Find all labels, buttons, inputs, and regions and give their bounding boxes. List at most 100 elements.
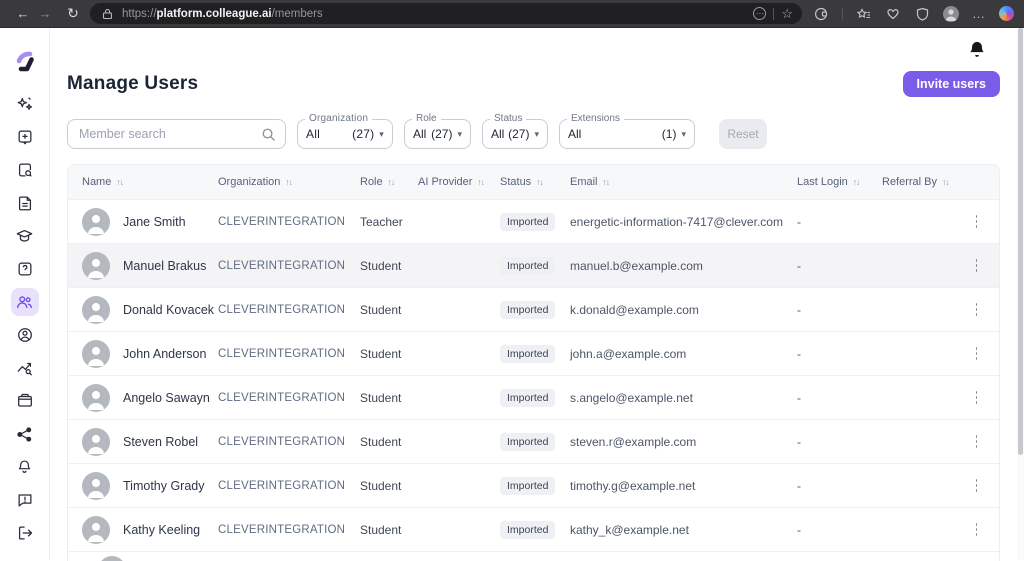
row-menu-button[interactable]: ⋮ <box>976 214 983 229</box>
sidebar-item-account[interactable] <box>11 321 39 349</box>
member-last-login: - <box>797 522 801 537</box>
sidebar-item-analytics[interactable] <box>11 354 39 382</box>
table-row[interactable]: Donald Kovacek CLEVERINTEGRATION Student… <box>68 287 999 331</box>
organization-filter-label: Organization <box>305 113 373 125</box>
workspaces-icon[interactable] <box>813 6 829 22</box>
status-filter[interactable]: Status All (27) ▾ <box>482 113 548 149</box>
site-permissions-lock-icon[interactable] <box>99 6 115 22</box>
status-badge: Imported <box>500 476 556 495</box>
chevron-down-icon: ▾ <box>534 128 539 139</box>
sidebar-item-document-search[interactable] <box>11 156 39 184</box>
sort-icon[interactable]: ↑↓ <box>477 177 484 187</box>
member-role: Student <box>360 346 402 361</box>
favorites-icon[interactable] <box>856 6 872 22</box>
member-role: Student <box>360 522 402 537</box>
sort-icon[interactable]: ↑↓ <box>285 177 292 187</box>
row-menu-button[interactable]: ⋮ <box>976 478 983 493</box>
table-row[interactable]: Timothy Grady CLEVERINTEGRATION Student … <box>68 463 999 507</box>
member-email: s.angelo@example.net <box>570 390 693 405</box>
role-filter[interactable]: Role All (27) ▾ <box>404 113 471 149</box>
refresh-icon[interactable]: ↻ <box>62 5 84 22</box>
member-name: Angelo Sawayn <box>123 390 210 405</box>
member-email: energetic-information-7417@clever.com <box>570 214 783 229</box>
sidebar-item-courses[interactable] <box>11 222 39 250</box>
organization-filter[interactable]: Organization All (27) ▾ <box>297 113 393 149</box>
member-email: k.donald@example.com <box>570 302 699 317</box>
sidebar-item-notifications[interactable] <box>11 453 39 481</box>
status-badge: Imported <box>500 300 556 319</box>
table-row[interactable]: Angelo Sawayn CLEVERINTEGRATION Student … <box>68 375 999 419</box>
colleague-logo[interactable] <box>13 50 37 74</box>
privacy-shield-icon[interactable] <box>914 6 930 22</box>
table-row[interactable]: Jane Smith CLEVERINTEGRATION Teacher Imp… <box>68 199 999 243</box>
reading-tools-icon[interactable]: ⋯ <box>753 7 767 20</box>
status-filter-count: (27) <box>508 127 530 141</box>
avatar <box>82 207 110 236</box>
back-icon[interactable]: ← <box>12 6 34 21</box>
row-menu-button[interactable]: ⋮ <box>976 522 983 537</box>
sidebar-item-share[interactable] <box>11 420 39 448</box>
member-name: Timothy Grady <box>123 478 205 493</box>
sidebar-item-documents[interactable] <box>11 189 39 217</box>
row-menu-button[interactable]: ⋮ <box>976 390 983 405</box>
sort-icon[interactable]: ↑↓ <box>942 177 949 187</box>
favorite-star-icon[interactable]: ☆ <box>781 7 793 20</box>
member-email: steven.r@example.com <box>570 434 697 449</box>
forward-icon[interactable]: → <box>34 6 56 21</box>
members-table: Name ↑↓ Organization ↑↓ Role ↑↓ AI Provider… <box>67 164 1000 561</box>
member-role: Student <box>360 390 402 405</box>
sort-icon[interactable]: ↑↓ <box>853 177 860 187</box>
sidebar-item-ai-tools[interactable] <box>11 90 39 118</box>
table-row[interactable]: Kathy Keeling CLEVERINTEGRATION Student … <box>68 507 999 551</box>
status-badge: Imported <box>500 432 556 451</box>
copilot-icon[interactable] <box>999 6 1014 21</box>
table-row[interactable]: John Anderson CLEVERINTEGRATION Student … <box>68 331 999 375</box>
member-name: Kathy Keeling <box>123 522 201 537</box>
member-search-field[interactable] <box>67 119 286 149</box>
address-bar[interactable]: https://platform.colleague.ai/members ⋯ … <box>90 3 802 24</box>
column-header-referral-by: Referral By <box>882 176 938 188</box>
column-header-role: Role <box>360 176 383 188</box>
scrollbar-thumb[interactable] <box>1018 28 1023 455</box>
sidebar-item-resources[interactable] <box>11 387 39 415</box>
sort-icon[interactable]: ↑↓ <box>603 177 610 187</box>
search-input[interactable] <box>77 126 261 142</box>
sidebar-item-members[interactable] <box>10 288 39 316</box>
member-organization: CLEVERINTEGRATION <box>218 435 346 448</box>
reset-button[interactable]: Reset <box>719 119 767 149</box>
profile-avatar[interactable] <box>943 5 959 22</box>
sort-icon[interactable]: ↑↓ <box>116 177 123 187</box>
sidebar-item-feedback[interactable] <box>11 486 39 514</box>
member-last-login: - <box>797 346 801 361</box>
extensions-filter-value: All <box>568 127 582 141</box>
status-badge: Imported <box>500 212 556 231</box>
invite-users-button[interactable]: Invite users <box>902 71 1000 97</box>
sort-icon[interactable]: ↑↓ <box>388 177 395 187</box>
member-email: manuel.b@example.com <box>570 258 703 273</box>
status-filter-value: All <box>491 127 505 141</box>
browser-essentials-icon[interactable] <box>885 6 901 22</box>
avatar <box>98 556 126 561</box>
sidebar-item-help[interactable] <box>11 255 39 283</box>
row-menu-button[interactable]: ⋮ <box>976 346 983 361</box>
page-title: Manage Users <box>67 73 199 94</box>
filter-bar: Organization All (27) ▾ Role All (27) ▾ St… <box>67 113 1000 149</box>
row-menu-button[interactable]: ⋮ <box>976 258 983 273</box>
notifications-bell-icon[interactable] <box>968 40 986 60</box>
member-name: John Anderson <box>123 346 207 361</box>
avatar <box>82 515 110 544</box>
sidebar-item-add-box[interactable] <box>11 123 39 151</box>
settings-more-icon[interactable]: … <box>972 7 986 20</box>
sort-icon[interactable]: ↑↓ <box>536 177 543 187</box>
page-scrollbar[interactable] <box>1017 28 1024 560</box>
row-menu-button[interactable]: ⋮ <box>976 302 983 317</box>
sidebar-item-logout[interactable] <box>11 519 39 547</box>
table-row[interactable]: Manuel Brakus CLEVERINTEGRATION Student … <box>68 243 999 287</box>
table-row[interactable]: Steven Robel CLEVERINTEGRATION Student I… <box>68 419 999 463</box>
status-badge: Imported <box>500 344 556 363</box>
extensions-filter[interactable]: Extensions All (1) ▾ <box>559 113 695 149</box>
row-menu-button[interactable]: ⋮ <box>976 434 983 449</box>
member-organization: CLEVERINTEGRATION <box>218 479 346 492</box>
browser-toolbar: ← → ↻ https://platform.colleague.ai/memb… <box>0 0 1024 28</box>
search-icon <box>261 127 276 142</box>
